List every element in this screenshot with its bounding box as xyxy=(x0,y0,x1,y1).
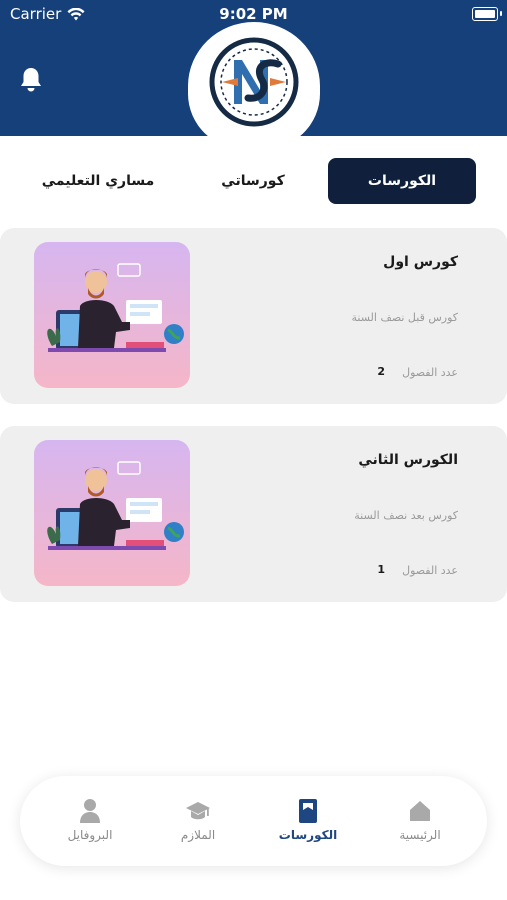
compass-logo-icon xyxy=(209,37,299,127)
course-card[interactable]: كورس اول كورس قبل نصف السنة عدد الفصول 2 xyxy=(0,228,507,404)
tab-my-courses[interactable]: كورساتي xyxy=(190,158,316,204)
bottom-navigation: الرئيسية الكورسات الملازم البروفايل xyxy=(20,776,487,866)
person-icon xyxy=(80,799,100,823)
nav-label-courses: الكورسات xyxy=(278,828,338,842)
battery-icon xyxy=(472,7,502,21)
chapters-label: عدد الفصول xyxy=(402,366,458,379)
chapters-label: عدد الفصول xyxy=(402,564,458,577)
home-icon xyxy=(410,801,430,821)
graduation-cap-icon xyxy=(186,802,210,820)
chapters-count: 2 xyxy=(377,365,385,378)
course-subtitle: كورس قبل نصف السنة xyxy=(351,311,458,324)
chapters-count: 1 xyxy=(377,563,385,576)
nav-label-home: الرئيسية xyxy=(399,828,441,842)
course-card[interactable]: الكورس الثاني كورس بعد نصف السنة عدد الف… xyxy=(0,426,507,602)
course-thumbnail xyxy=(34,242,190,388)
course-thumbnail xyxy=(34,440,190,586)
teacher-illustration-icon xyxy=(34,242,190,388)
nav-item-home[interactable]: الرئيسية xyxy=(370,794,470,854)
nav-label-notes: الملازم xyxy=(180,828,216,842)
course-tabs: الكورسات كورساتي مساري التعليمي xyxy=(0,158,507,206)
course-title: كورس اول xyxy=(383,254,458,270)
teacher-illustration-icon xyxy=(34,440,190,586)
book-icon xyxy=(299,799,317,823)
tab-learning-path[interactable]: مساري التعليمي xyxy=(20,158,176,204)
bell-icon[interactable] xyxy=(18,66,44,94)
clock: 9:02 PM xyxy=(219,5,288,23)
course-title: الكورس الثاني xyxy=(358,452,458,468)
course-subtitle: كورس بعد نصف السنة xyxy=(354,509,458,522)
tab-courses[interactable]: الكورسات xyxy=(328,158,476,204)
nav-item-courses[interactable]: الكورسات xyxy=(258,794,358,854)
nav-item-notes[interactable]: الملازم xyxy=(148,794,248,854)
nav-label-profile: البروفايل xyxy=(67,828,113,842)
logo-badge xyxy=(188,22,320,150)
nav-item-profile[interactable]: البروفايل xyxy=(40,794,140,854)
